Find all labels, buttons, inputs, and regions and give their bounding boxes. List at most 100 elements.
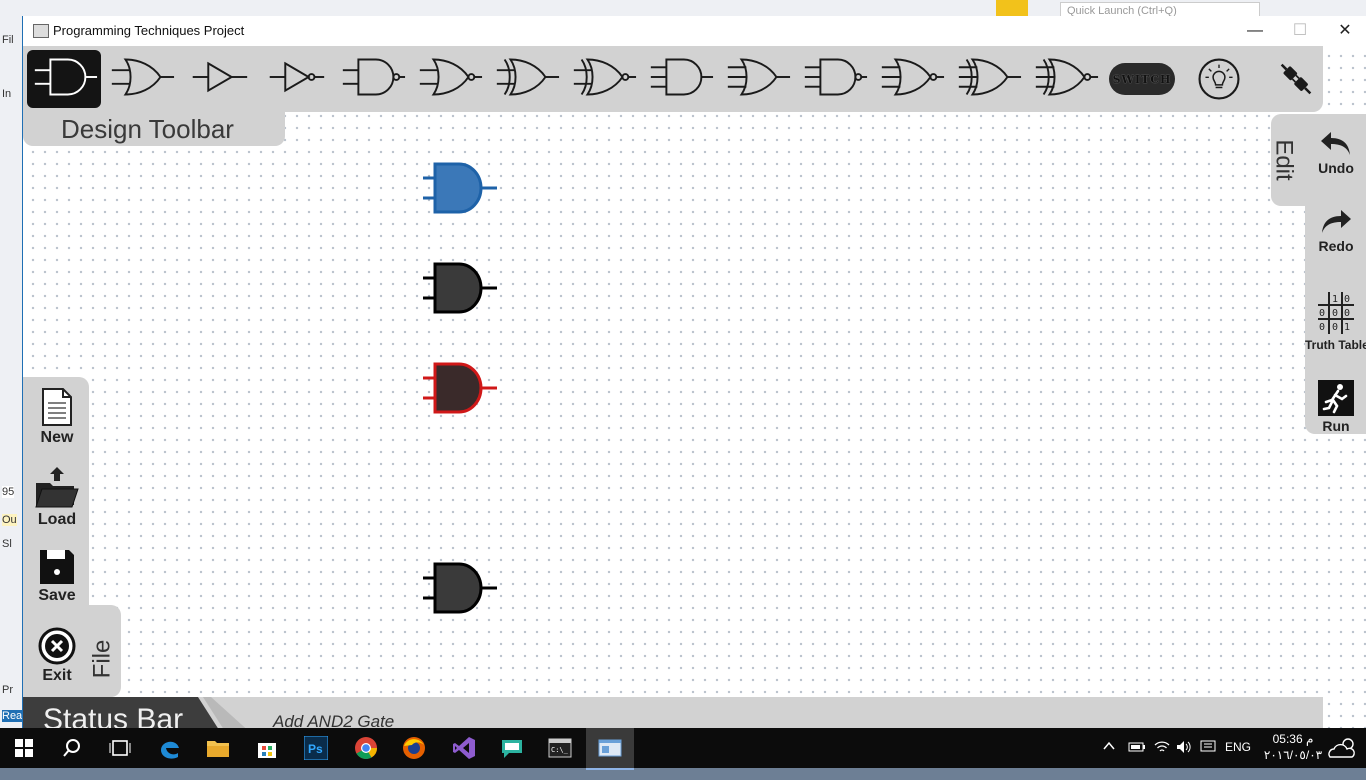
task-view-icon[interactable] [106,734,134,762]
background-app-sidebar: Fil In 95 Ou Sl Pr Rea [0,18,24,728]
and-gate-icon [423,562,497,614]
svg-text:Ps: Ps [308,742,323,756]
edge-icon[interactable] [156,734,184,762]
edit-tab[interactable]: Edit [1271,114,1311,206]
or3-gate-icon [722,55,792,104]
and3-gate-tool-button[interactable] [643,50,717,108]
canvas-and2-gate-normal[interactable] [421,558,501,614]
load-button[interactable]: Load [27,465,87,529]
maximize-button[interactable]: ☐ [1280,19,1320,43]
not-gate-icon [260,55,330,104]
truth-table-icon: 10 000 001 [1318,292,1354,334]
volume-icon[interactable] [1176,740,1192,780]
app-window: Programming Techniques Project — ☐ ✕ SWI… [22,16,1366,744]
canvas-and2-gate-normal[interactable] [421,258,501,314]
weather-icon[interactable] [1326,735,1360,775]
bg-fragment: Rea [2,710,23,722]
windows-start-icon[interactable] [10,734,38,762]
file-panel: New Load Save Exit File [23,377,123,697]
svg-text:0: 0 [1332,308,1338,319]
chrome-icon[interactable] [352,734,380,762]
or3-gate-tool-button[interactable] [720,50,794,108]
clock[interactable]: 05:36 م ٢٠١٦/٠٥/٠٣ [1262,732,1324,772]
and-gate-icon [423,362,497,414]
svg-text:0: 0 [1344,308,1350,319]
bg-fragment: 95 [2,486,15,498]
app-window-icon[interactable] [596,734,624,762]
file-explorer-icon[interactable] [204,734,232,762]
wire-tool-button[interactable] [1259,50,1333,108]
run-icon [1318,380,1354,416]
chat-icon[interactable] [498,734,526,762]
wifi-icon[interactable] [1154,740,1170,780]
buffer-gate-tool-button[interactable] [181,50,255,108]
redo-icon [1322,210,1351,233]
switch-tool-button[interactable]: SWITCH [1105,50,1179,108]
toolbar-title: Design Toolbar [61,114,234,144]
svg-text:1: 1 [1332,294,1338,305]
bg-fragment: Pr [2,684,13,696]
save-button[interactable]: Save [27,549,87,605]
file-tab-label: File [88,639,116,679]
canvas-and2-gate-selected[interactable] [421,158,501,214]
buffer-gate-icon [183,55,253,104]
floppy-disk-icon [40,550,74,584]
exit-button[interactable]: Exit [27,627,87,685]
svg-text:0: 0 [1319,308,1325,319]
load-label: Load [37,511,77,528]
undo-label: Undo [1318,160,1354,176]
xnor2-gate-tool-button[interactable] [566,50,640,108]
xor3-gate-tool-button[interactable] [951,50,1025,108]
xor2-gate-tool-button[interactable] [489,50,563,108]
visual-studio-icon[interactable] [450,734,478,762]
run-button[interactable]: Run [1305,380,1366,434]
nor2-gate-icon [414,55,484,104]
wire-connector-icon [1280,63,1312,95]
design-toolbar-label: Design Toolbar [23,112,285,146]
firefox-icon[interactable] [400,734,428,762]
xnor3-gate-tool-button[interactable] [1028,50,1102,108]
truth-table-button[interactable]: 10 000 001 Truth Table [1305,290,1366,352]
nand2-gate-tool-button[interactable] [335,50,409,108]
store-icon[interactable] [253,734,281,762]
canvas-and2-gate-error[interactable] [421,358,501,414]
not-gate-tool-button[interactable] [258,50,332,108]
svg-text:0: 0 [1344,294,1350,305]
design-canvas[interactable]: SWITCH Design Toolbar Undo Redo 1 0 0 0 … [23,46,1366,744]
nand3-gate-tool-button[interactable] [797,50,871,108]
and2-gate-tool-button[interactable] [27,50,101,108]
xnor2-gate-icon [568,55,638,104]
clock-time: 05:36 م [1272,732,1314,746]
title-bar: Programming Techniques Project — ☐ ✕ [23,16,1366,46]
bg-fragment: Fil [2,34,14,46]
or2-gate-tool-button[interactable] [104,50,178,108]
search-icon[interactable] [58,734,86,762]
xor3-gate-icon [953,55,1023,104]
and-gate-icon [423,162,497,214]
clock-date: ٢٠١٦/٠٥/٠٣ [1263,748,1323,762]
edit-panel-body: Undo Redo 10 0 0 0 0 0 1 Truth Table Run [1305,114,1366,434]
minimize-button[interactable]: — [1235,19,1275,43]
file-tab[interactable]: File [85,605,121,697]
and-gate-icon [423,262,497,314]
new-label: New [40,429,74,446]
svg-text:1: 1 [1344,322,1350,333]
photoshop-icon[interactable]: Ps [302,734,330,762]
nor3-gate-icon [876,55,946,104]
language-indicator[interactable]: ENG [1225,740,1251,780]
nor2-gate-tool-button[interactable] [412,50,486,108]
battery-icon[interactable] [1128,740,1146,780]
show-hidden-icons[interactable] [1102,739,1116,779]
action-center-icon[interactable] [1200,740,1216,780]
app-icon [33,24,49,38]
nor3-gate-tool-button[interactable] [874,50,948,108]
led-tool-button[interactable] [1182,50,1256,108]
cmd-icon[interactable]: C:\_ [546,734,574,762]
undo-button[interactable]: Undo [1305,128,1366,176]
edit-tab-label: Edit [1270,139,1298,181]
file-panel-body: New Load Save Exit [23,377,89,697]
redo-button[interactable]: Redo [1305,206,1366,254]
close-button[interactable]: ✕ [1325,19,1365,43]
exit-icon [38,627,76,665]
new-button[interactable]: New [27,387,87,447]
